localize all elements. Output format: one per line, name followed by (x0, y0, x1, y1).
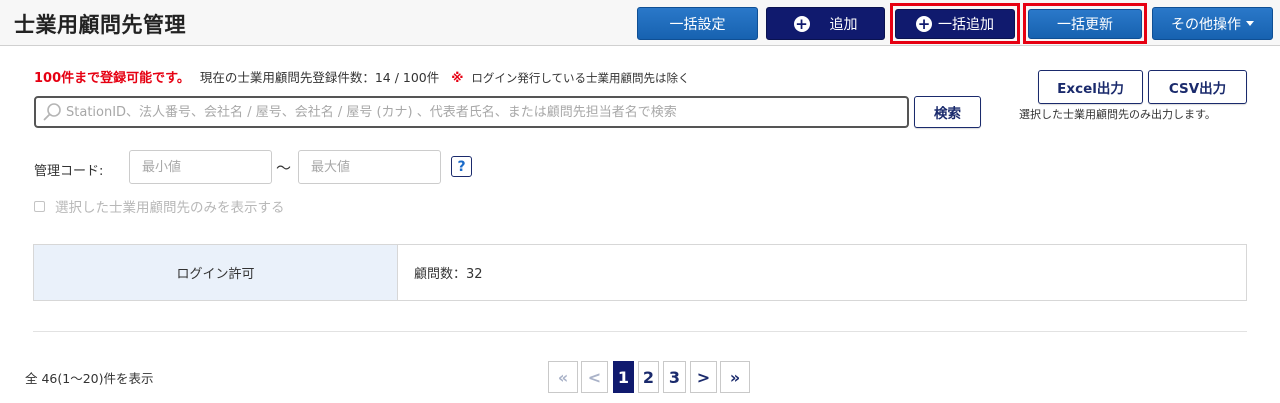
header-bar: 士業用顧問先管理 一括設定 + 追加 + 一括追加 一括更新 その他操作 (0, 0, 1280, 46)
bulk-add-button[interactable]: + 一括追加 (895, 9, 1015, 39)
page-3-button[interactable]: 3 (663, 361, 686, 393)
search-icon (43, 103, 61, 121)
bulk-settings-button[interactable]: 一括設定 (637, 7, 758, 40)
add-label: 追加 (829, 16, 858, 33)
page-number: 1 (617, 367, 630, 387)
page-number: 3 (668, 367, 681, 387)
csv-export-button[interactable]: CSV出力 (1148, 70, 1247, 104)
page-title: 士業用顧問先管理 (14, 13, 186, 37)
login-permission-header: ログイン許可 (34, 245, 398, 300)
bulk-update-button[interactable]: 一括更新 (1028, 9, 1142, 39)
search-input[interactable] (66, 104, 886, 120)
excel-export-label: Excel出力 (1057, 81, 1124, 97)
prev-page-button[interactable]: < (581, 361, 608, 393)
current-count-text: 現在の士業用顧問先登録件数：14 / 100件 (199, 70, 440, 85)
chevron-right-icon: > (696, 367, 711, 387)
page-1-button[interactable]: 1 (613, 361, 634, 393)
advisor-count-value: 顧問数：32 (414, 267, 483, 282)
first-page-button[interactable]: « (548, 361, 578, 393)
management-code-label: 管理コード: (34, 164, 104, 179)
page-2-button[interactable]: 2 (638, 361, 659, 393)
excel-export-button[interactable]: Excel出力 (1038, 70, 1143, 104)
page-number: 2 (642, 367, 655, 387)
limit-text: 100件まで登録可能です。 (34, 71, 190, 86)
login-summary-table: ログイン許可 顧問数：32 (33, 244, 1247, 301)
other-operations-dropdown[interactable]: その他操作 (1152, 7, 1273, 40)
login-exclusion-note: ログイン発行している士業用顧問先は除く (471, 71, 690, 85)
divider (33, 331, 1247, 332)
code-min-input[interactable] (129, 150, 272, 184)
double-chevron-right-icon: » (729, 367, 741, 387)
kome-mark: ※ (451, 70, 464, 85)
bulk-settings-label: 一括設定 (669, 16, 726, 33)
last-page-button[interactable]: » (720, 361, 750, 393)
range-tilde: ～ (276, 159, 292, 177)
csv-export-label: CSV出力 (1168, 81, 1227, 97)
only-selected-filter: 選択した士業用顧問先のみを表示する (34, 196, 285, 216)
export-note: 選択した士業用顧問先のみ出力します。 (1019, 108, 1216, 121)
plus-circle-icon: + (793, 14, 810, 33)
plus-circle-icon: + (916, 15, 932, 33)
help-icon: ? (457, 158, 466, 175)
code-max-input[interactable] (298, 150, 441, 184)
double-chevron-left-icon: « (557, 367, 569, 387)
bulk-update-label: 一括更新 (1057, 17, 1113, 33)
next-page-button[interactable]: > (690, 361, 717, 393)
search-box (34, 96, 909, 128)
help-button[interactable]: ? (451, 156, 472, 177)
other-operations-label: その他操作 (1171, 16, 1241, 33)
bulk-add-label: 一括追加 (938, 17, 994, 33)
search-button[interactable]: 検索 (914, 96, 981, 128)
only-selected-checkbox[interactable] (34, 200, 45, 212)
chevron-left-icon: < (587, 367, 602, 387)
only-selected-label: 選択した士業用顧問先のみを表示する (55, 200, 285, 216)
total-count-text: 全 46(1～20)件を表示 (25, 371, 154, 386)
search-button-label: 検索 (934, 106, 961, 122)
registration-limit-line: 100件まで登録可能です。 現在の士業用顧問先登録件数：14 / 100件 ※ … (34, 67, 690, 86)
caret-down-icon (1246, 21, 1254, 26)
add-button[interactable]: + 追加 (766, 7, 885, 40)
